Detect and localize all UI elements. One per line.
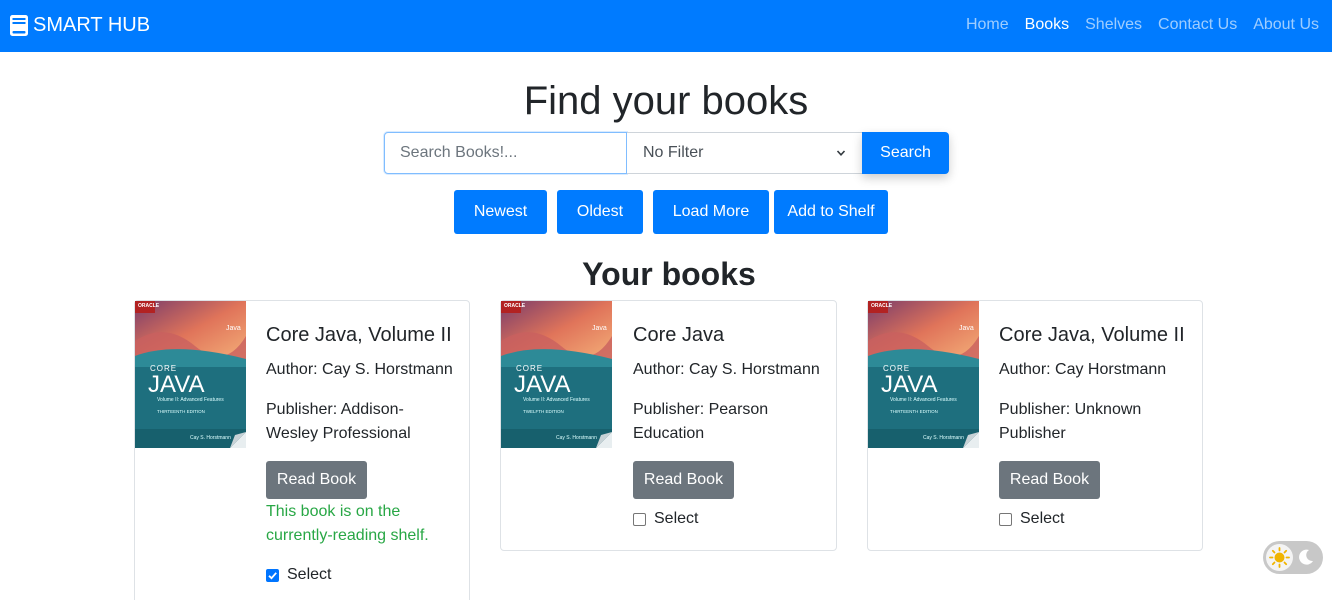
load-more-button[interactable]: Load More — [653, 190, 769, 234]
read-book-button[interactable]: Read Book — [266, 461, 367, 499]
book-cover[interactable]: ORACLE Java CORE JAVA Volume II: Advance… — [501, 301, 612, 448]
brand[interactable]: SMART HUB — [10, 12, 150, 38]
check-icon — [268, 571, 277, 580]
nav-link-about-us[interactable]: About Us — [1253, 14, 1319, 36]
sun-icon — [1266, 544, 1293, 571]
book-card: ORACLE Java CORE JAVA Volume II: Advance… — [867, 300, 1203, 551]
chevron-down-icon — [836, 150, 846, 156]
cover-subtitle: Volume II: Advanced Features — [157, 397, 224, 403]
select-checkbox[interactable] — [999, 512, 1012, 526]
cover-name: JAVA — [881, 371, 938, 398]
add-to-shelf-button[interactable]: Add to Shelf — [774, 190, 888, 234]
shelf-status-note: This book is on the currently-reading sh… — [266, 503, 429, 544]
book-author: Author: Cay S. Horstmann — [266, 361, 453, 378]
book-card: ORACLE Java CORE JAVA Volume II: Advance… — [134, 300, 470, 600]
book-publisher: Publisher: Pearson Education — [633, 401, 769, 442]
select-checkbox[interactable] — [266, 568, 279, 582]
section-title: Your books — [582, 256, 756, 292]
nav-links: Home Books Shelves Contact Us About Us — [950, 14, 1319, 36]
read-book-button[interactable]: Read Book — [633, 461, 734, 499]
book-cover[interactable]: ORACLE Java CORE JAVA Volume II: Advance… — [135, 301, 246, 448]
nav-link-home[interactable]: Home — [966, 14, 1009, 36]
book-title: Core Java, Volume II — [266, 324, 452, 346]
cover-author: Cay S. Horstmann — [923, 435, 964, 441]
book-publisher: Publisher: Addison-Wesley Professional — [266, 401, 411, 442]
book-author: Author: Cay S. Horstmann — [633, 361, 820, 378]
filter-selected-value: No Filter — [643, 144, 704, 161]
book-publisher: Publisher: Unknown Publisher — [999, 401, 1142, 442]
select-label: Select — [287, 566, 332, 583]
book-cover[interactable]: ORACLE Java CORE JAVA Volume II: Advance… — [868, 301, 979, 448]
nav-link-books[interactable]: Books — [1025, 14, 1069, 36]
cover-brand: ORACLE — [871, 303, 893, 309]
cover-corner: Java — [226, 325, 241, 332]
cover-name: JAVA — [148, 371, 205, 398]
cover-brand: ORACLE — [138, 303, 160, 309]
select-row[interactable]: Select — [999, 510, 1064, 528]
book-author: Author: Cay Horstmann — [999, 361, 1167, 378]
cover-corner: Java — [959, 325, 974, 332]
cover-edition: TWELFTH EDITION — [523, 409, 564, 414]
page-title: Find your books — [523, 79, 809, 123]
cover-subtitle: Volume II: Advanced Features — [523, 397, 590, 403]
book-title: Core Java, Volume II — [999, 324, 1185, 346]
theme-toggle[interactable] — [1263, 541, 1323, 574]
oldest-button[interactable]: Oldest — [557, 190, 643, 234]
select-label: Select — [1020, 510, 1065, 527]
book-card: ORACLE Java CORE JAVA Volume II: Advance… — [500, 300, 837, 551]
cover-edition: THIRTEENTH EDITION — [157, 409, 205, 414]
book-icon — [10, 14, 28, 36]
brand-label: SMART HUB — [33, 13, 151, 36]
cover-corner: Java — [592, 325, 607, 332]
book-title: Core Java — [633, 324, 725, 346]
cover-subtitle: Volume II: Advanced Features — [890, 397, 957, 403]
select-row[interactable]: Select — [266, 566, 331, 584]
read-book-button[interactable]: Read Book — [999, 461, 1100, 499]
cover-brand: ORACLE — [504, 303, 526, 309]
search-button[interactable]: Search — [862, 132, 949, 174]
select-checkbox[interactable] — [633, 512, 646, 526]
search-input[interactable] — [384, 132, 627, 174]
navbar: SMART HUB Home Books Shelves Contact Us … — [0, 0, 1332, 52]
cover-author: Cay S. Horstmann — [190, 435, 231, 441]
newest-button[interactable]: Newest — [454, 190, 547, 234]
nav-link-shelves[interactable]: Shelves — [1085, 14, 1142, 36]
select-row[interactable]: Select — [633, 510, 698, 528]
cover-name: JAVA — [514, 371, 571, 398]
moon-icon — [1299, 549, 1313, 565]
select-label: Select — [654, 510, 699, 527]
filter-select[interactable]: No Filter — [627, 132, 863, 174]
nav-link-contact-us[interactable]: Contact Us — [1158, 14, 1237, 36]
cover-author: Cay S. Horstmann — [556, 435, 597, 441]
cover-edition: THIRTEENTH EDITION — [890, 409, 938, 414]
